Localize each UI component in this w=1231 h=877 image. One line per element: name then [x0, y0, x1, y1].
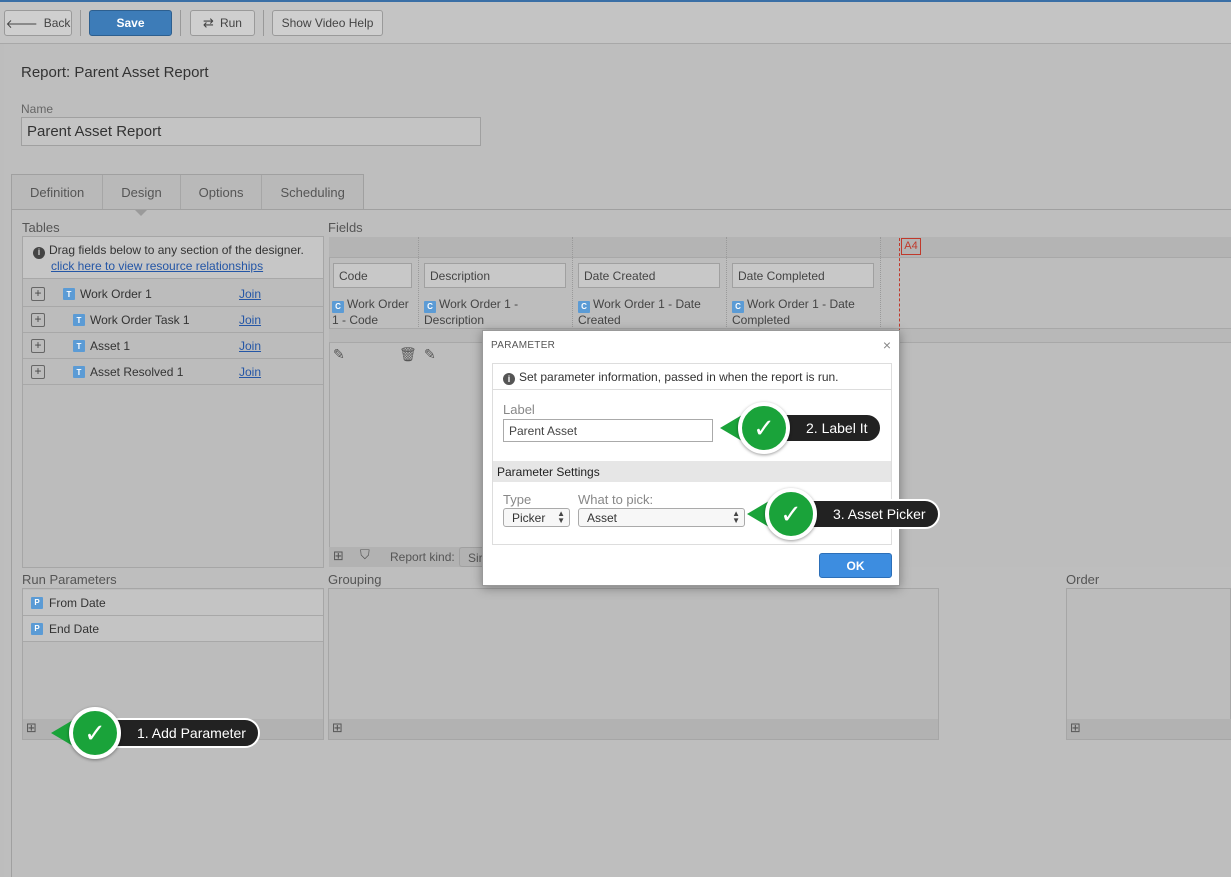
join-link[interactable]: Join	[239, 313, 261, 327]
column-header-description[interactable]: Description	[424, 263, 566, 288]
select-arrows-icon: ▲ ▼	[557, 509, 565, 525]
resource-relationships-link[interactable]: click here to view resource relationship…	[51, 259, 263, 273]
parameter-settings-header: Parameter Settings	[493, 461, 891, 482]
order-section-label: Order	[1066, 572, 1100, 587]
add-grouping-icon[interactable]: ⊞	[332, 720, 343, 736]
run-parameter-row[interactable]: P End Date	[23, 616, 323, 642]
join-link[interactable]: Join	[239, 339, 261, 353]
report-name-input[interactable]: Parent Asset Report	[21, 117, 481, 146]
run-parameter-row[interactable]: P From Date	[23, 590, 323, 616]
page-size-marker: A4	[901, 238, 921, 255]
column-separator	[418, 237, 419, 327]
table-row-asset[interactable]: + T Asset 1 Join	[23, 333, 323, 359]
field-cell-date-created[interactable]: C Work Order 1 - Date Created	[578, 297, 718, 327]
toolbar: 🡐 Back Save ⇄ Run Show Video Help	[0, 2, 1231, 44]
callout-pill: 3. Asset Picker	[797, 499, 940, 529]
what-to-pick-label: What to pick:	[578, 492, 654, 507]
checkmark-icon: ✓	[765, 488, 817, 540]
name-label: Name	[21, 102, 54, 116]
run-parameters-section-label: Run Parameters	[22, 572, 117, 587]
parameter-type-select[interactable]: Picker ▲ ▼	[503, 508, 570, 527]
field-cell-date-completed[interactable]: C Work Order 1 - Date Completed	[732, 297, 872, 327]
tab-bar: Definition Design Options Scheduling	[11, 174, 364, 216]
edit-icon[interactable]: ✎	[424, 346, 436, 363]
fields-header-strip	[329, 237, 1231, 258]
trash-icon[interactable]: 🗑	[399, 346, 417, 363]
join-link[interactable]: Join	[239, 287, 261, 301]
grouping-footer	[329, 719, 938, 739]
column-type-icon: C	[424, 301, 436, 313]
parameter-type-icon: P	[31, 622, 43, 635]
table-row-asset-resolved[interactable]: + T Asset Resolved 1 Join	[23, 359, 323, 385]
column-separator	[572, 237, 573, 327]
info-icon: i	[503, 373, 515, 385]
order-footer	[1067, 719, 1231, 739]
table-type-icon: T	[73, 340, 85, 352]
add-order-icon[interactable]: ⊞	[1070, 720, 1081, 736]
table-row-work-order-task[interactable]: + T Work Order Task 1 Join	[23, 307, 323, 333]
repeat-icon: ⇄	[203, 15, 214, 30]
type-label: Type	[503, 492, 532, 507]
table-type-icon: T	[73, 314, 85, 326]
show-video-help-button[interactable]: Show Video Help	[272, 10, 383, 36]
close-icon[interactable]: ×	[883, 337, 891, 353]
expand-plus-icon[interactable]: +	[31, 287, 45, 301]
field-cell-code[interactable]: C Work Order 1 - Code	[332, 297, 418, 327]
tab-options[interactable]: Options	[181, 175, 263, 210]
column-type-icon: C	[732, 301, 744, 313]
add-section-icon[interactable]: ⊞	[333, 548, 344, 564]
tab-definition[interactable]: Definition	[12, 175, 104, 210]
column-type-icon: C	[578, 301, 590, 313]
column-header-code[interactable]: Code	[333, 263, 412, 288]
callout-pill: 1. Add Parameter	[101, 718, 260, 748]
grouping-section-label: Grouping	[328, 572, 382, 587]
arrow-left-icon: 🡐	[5, 16, 38, 31]
parameter-label-input[interactable]: Parent Asset	[503, 419, 713, 442]
page-title: Report: Parent Asset Report	[21, 64, 209, 81]
checkmark-icon: ✓	[738, 402, 790, 454]
tables-section-label: Tables	[22, 220, 60, 235]
tables-info: i Drag fields below to any section of the…	[23, 237, 323, 279]
ok-button[interactable]: OK	[819, 553, 892, 578]
field-cell-description[interactable]: C Work Order 1 - Description	[424, 297, 564, 327]
toolbar-separator	[180, 10, 181, 36]
grouping-panel	[328, 588, 939, 740]
toolbar-separator	[80, 10, 81, 36]
expand-plus-icon[interactable]: +	[31, 313, 45, 327]
checkmark-icon: ✓	[69, 707, 121, 759]
filter-icon[interactable]: ⛉	[360, 547, 370, 563]
what-to-pick-select[interactable]: Asset ▲ ▼	[578, 508, 745, 527]
toolbar-separator	[263, 10, 264, 36]
table-type-icon: T	[73, 366, 85, 378]
report-kind-label: Report kind:	[390, 550, 455, 564]
table-type-icon: T	[63, 288, 75, 300]
add-parameter-icon[interactable]: ⊞	[26, 720, 37, 736]
select-arrows-icon: ▲ ▼	[732, 509, 740, 525]
fields-section-label: Fields	[328, 220, 363, 235]
parameter-dialog: PARAMETER × i Set parameter information, …	[482, 330, 900, 586]
label-field-label: Label	[503, 402, 535, 417]
save-button[interactable]: Save	[89, 10, 172, 36]
column-header-date-created[interactable]: Date Created	[578, 263, 720, 288]
column-separator	[880, 237, 881, 327]
table-row-work-order[interactable]: + T Work Order 1 Join	[23, 281, 323, 307]
column-header-date-completed[interactable]: Date Completed	[732, 263, 874, 288]
back-button[interactable]: 🡐 Back	[4, 10, 72, 36]
tab-design[interactable]: Design	[103, 175, 181, 216]
order-panel	[1066, 588, 1231, 740]
info-icon: i	[33, 246, 45, 259]
run-button[interactable]: ⇄ Run	[190, 10, 255, 36]
dialog-title: PARAMETER	[491, 340, 556, 351]
column-separator	[726, 237, 727, 327]
tab-divider	[11, 209, 1231, 210]
expand-plus-icon[interactable]: +	[31, 339, 45, 353]
dialog-info: i Set parameter information, passed in wh…	[492, 363, 892, 389]
parameter-type-icon: P	[31, 596, 43, 609]
join-link[interactable]: Join	[239, 365, 261, 379]
content-border	[11, 209, 12, 877]
expand-plus-icon[interactable]: +	[31, 365, 45, 379]
column-type-icon: C	[332, 301, 344, 313]
edit-icon[interactable]: ✎	[333, 346, 345, 363]
tab-scheduling[interactable]: Scheduling	[262, 175, 362, 210]
